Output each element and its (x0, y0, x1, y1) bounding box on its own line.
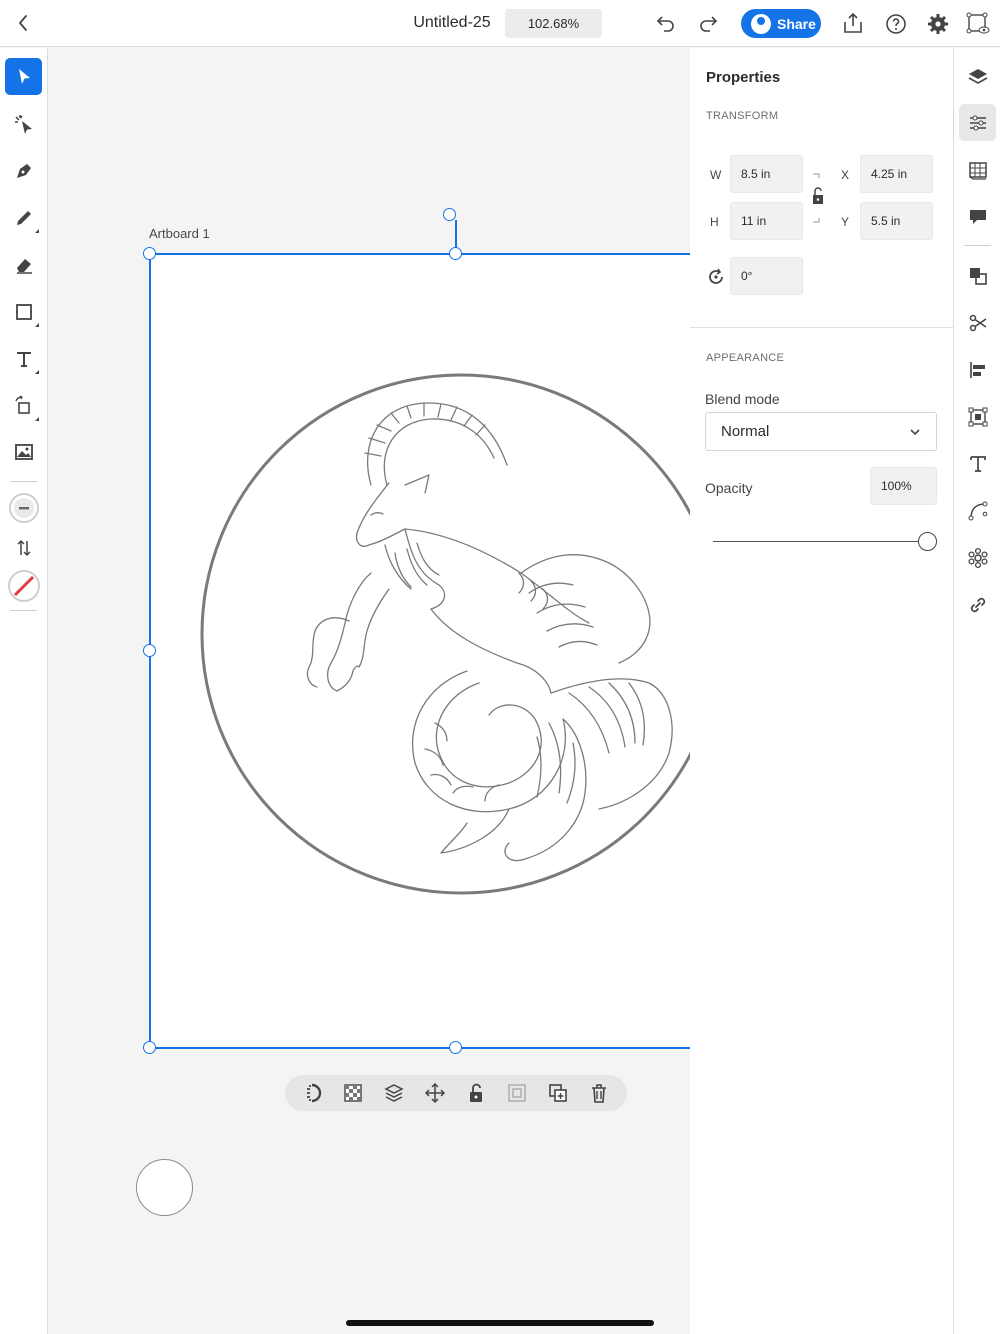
type-tool[interactable] (5, 340, 42, 377)
transform-section-label: TRANSFORM (706, 110, 779, 122)
fill-swatch[interactable] (5, 489, 42, 526)
share-label: Share (777, 15, 816, 32)
settings-gear-icon[interactable] (925, 11, 951, 37)
properties-panel: Properties TRANSFORM W 8.5 in H 11 in X … (690, 48, 953, 1334)
clipping-mask-icon[interactable] (301, 1082, 323, 1104)
transform-icon[interactable] (959, 398, 996, 435)
home-indicator (346, 1320, 654, 1326)
none-swatch-icon (7, 569, 40, 602)
transparency-icon[interactable] (342, 1082, 364, 1104)
align-icon[interactable] (959, 351, 996, 388)
crop-tool[interactable] (5, 387, 42, 424)
text-icon[interactable] (959, 445, 996, 482)
right-rail (953, 48, 1000, 1334)
crop-rotate-icon (14, 394, 30, 414)
rotate-handle[interactable] (443, 208, 456, 221)
canvas[interactable]: Artboard 1 (48, 48, 690, 1334)
selection-bottom-edge (149, 1047, 690, 1049)
x-label: X (841, 168, 850, 182)
panel-title: Properties (706, 69, 781, 86)
artboard-label[interactable]: Artboard 1 (149, 226, 210, 241)
opacity-field[interactable]: 100% (870, 467, 937, 505)
arrange-icon[interactable] (383, 1082, 405, 1104)
height-label: H (710, 215, 719, 229)
square-icon (15, 303, 32, 320)
layers-icon[interactable] (959, 58, 996, 95)
pencil-icon (16, 210, 31, 225)
help-icon[interactable] (883, 11, 909, 37)
trash-icon[interactable] (588, 1082, 610, 1104)
stroke-swatch[interactable] (5, 567, 42, 604)
blend-mode-select[interactable]: Normal (705, 412, 937, 451)
capricorn-sea-goat-sketch[interactable] (149, 253, 690, 1047)
panel-divider (690, 327, 953, 328)
symbol-icon[interactable] (959, 539, 996, 576)
direct-selection-tool[interactable] (5, 105, 42, 142)
constrain-proportions-icon[interactable] (810, 170, 826, 226)
rotation-field[interactable]: 0° (730, 257, 803, 295)
resize-handle-top-left[interactable] (143, 247, 156, 260)
y-field[interactable]: 5.5 in (860, 202, 933, 240)
context-task-bar (285, 1075, 627, 1111)
resize-handle-top[interactable] (449, 247, 462, 260)
arrow-pointer-icon (18, 68, 30, 84)
y-label: Y (841, 215, 850, 229)
resize-handle-left[interactable] (143, 644, 156, 657)
rectangle-tool[interactable] (5, 293, 42, 330)
curve-icon[interactable] (959, 492, 996, 529)
swap-fill-stroke[interactable] (5, 529, 42, 566)
duplicate-icon[interactable] (547, 1082, 569, 1104)
pen-nib-icon (16, 163, 31, 178)
opacity-slider-thumb[interactable] (918, 532, 937, 551)
scissors-icon[interactable] (959, 304, 996, 341)
top-bar: Untitled-25 102.68% Share (0, 0, 1000, 47)
width-field[interactable]: 8.5 in (730, 155, 803, 193)
pen-tool[interactable] (5, 152, 42, 189)
appearance-section-label: APPEARANCE (706, 352, 785, 364)
resize-handle-bottom-left[interactable] (143, 1041, 156, 1054)
blend-mode-label: Blend mode (705, 391, 780, 407)
preview-icon[interactable] (965, 11, 991, 37)
document-title[interactable]: Untitled-25 (400, 14, 504, 32)
back-icon[interactable] (12, 11, 36, 35)
x-field[interactable]: 4.25 in (860, 155, 933, 193)
redo-icon[interactable] (696, 11, 722, 37)
width-label: W (710, 168, 722, 182)
opacity-slider-track[interactable] (713, 541, 921, 542)
eraser-tool[interactable] (5, 246, 42, 283)
move-icon[interactable] (424, 1082, 446, 1104)
opacity-label: Opacity (705, 480, 753, 496)
export-icon[interactable] (840, 11, 866, 37)
selection-top-edge (149, 253, 690, 255)
chevron-down-icon (910, 429, 920, 436)
height-field[interactable]: 11 in (730, 202, 803, 240)
unlock-icon[interactable] (465, 1082, 487, 1104)
artboard[interactable] (149, 253, 690, 1047)
pathfinder-icon[interactable] (959, 257, 996, 294)
left-toolbar (0, 48, 48, 1334)
undo-icon[interactable] (652, 11, 678, 37)
blend-mode-value: Normal (721, 423, 770, 440)
invite-user-icon (751, 13, 771, 34)
sparkle-pointer-icon (14, 114, 32, 134)
group-icon[interactable] (506, 1082, 528, 1104)
swap-arrows-icon (16, 539, 31, 556)
eraser-icon (16, 258, 32, 274)
comments-icon[interactable] (959, 198, 996, 235)
rotate-icon (709, 268, 723, 284)
touch-shortcut-button[interactable] (136, 1159, 193, 1216)
properties-icon[interactable] (959, 104, 996, 141)
resize-handle-bottom[interactable] (449, 1041, 462, 1054)
type-icon (16, 351, 31, 367)
share-button[interactable]: Share (741, 9, 821, 38)
place-image-tool[interactable] (5, 433, 42, 470)
minus-circle-icon (8, 492, 39, 523)
pencil-tool[interactable] (5, 199, 42, 236)
selection-tool[interactable] (5, 58, 42, 95)
zoom-level[interactable]: 102.68% (505, 9, 602, 38)
image-icon (14, 443, 33, 460)
link-icon[interactable] (959, 586, 996, 623)
libraries-icon[interactable] (959, 151, 996, 188)
